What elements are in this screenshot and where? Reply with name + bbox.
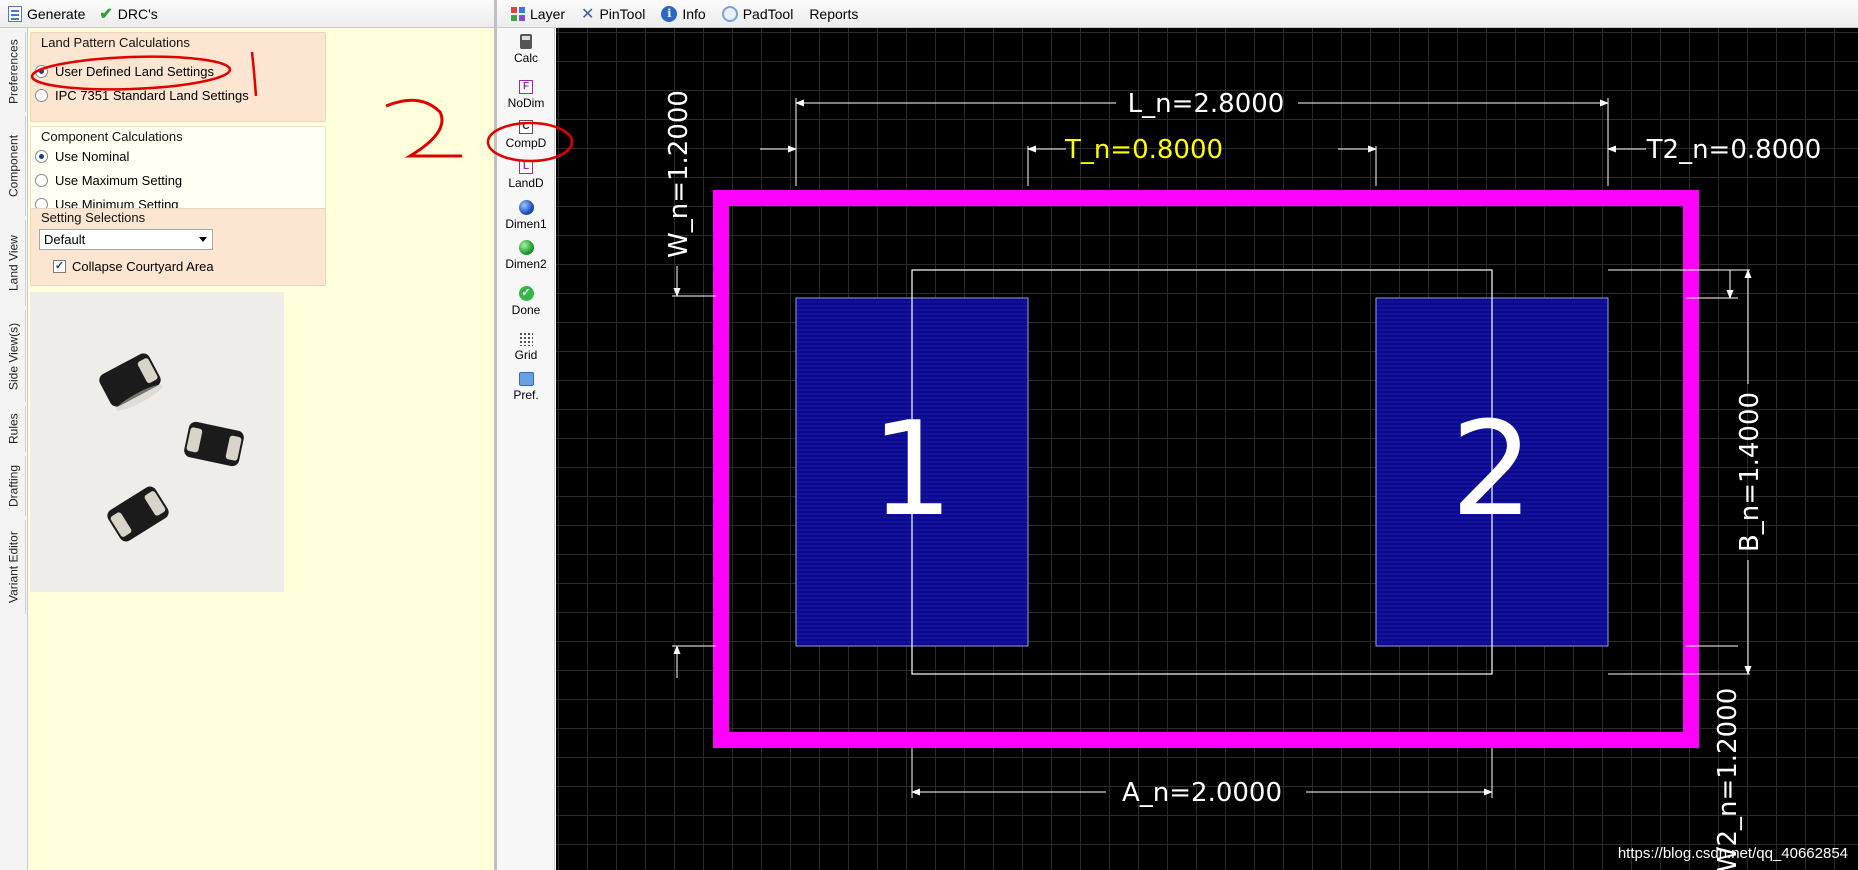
tool-label: Pref. [513,388,539,402]
info-icon: i [661,5,678,22]
padtool-label: PadTool [742,5,794,22]
tab-component[interactable]: Component [2,116,26,216]
radio-ipc-7351[interactable]: IPC 7351 Standard Land Settings [35,88,249,103]
preferences-icon [518,372,534,386]
radio-use-maximum[interactable]: Use Maximum Setting [35,173,182,188]
tool-label: Done [511,303,541,317]
dropdown-arrow-icon[interactable] [199,237,207,242]
component-calc-title: Component Calculations [41,129,183,144]
setting-select-value: Default [44,232,86,247]
dim-b-label: B_n=1.4000 [1735,392,1765,552]
tool-done[interactable]: ✓ Done [497,286,555,317]
tool-label: LandD [508,176,544,190]
tab-drafting[interactable]: Drafting [2,456,26,516]
component-photo-image [99,353,244,542]
collapse-courtyard-label: Collapse Courtyard Area [72,259,214,274]
blue-ball-icon [518,200,534,215]
generate-label: Generate [27,5,86,22]
layer-button[interactable]: Layer [511,6,565,22]
tools-icon: ✕ [581,5,595,23]
tab-rules[interactable]: Rules [2,406,26,452]
grid-dots-icon [519,332,533,346]
radio-label: User Defined Land Settings [55,64,214,79]
tab-land-view[interactable]: Land View [2,220,26,306]
radio-use-nominal[interactable]: Use Nominal [35,149,129,164]
tool-dimen1[interactable]: Dimen1 [497,200,555,231]
left-toolbar: Generate ✔ DRC's [0,0,496,28]
tool-compd[interactable]: C CompD [497,120,555,150]
landd-icon: L [519,160,533,174]
setting-selections-title: Setting Selections [41,210,146,225]
preferences-panel: Land Pattern Calculations User Defined L… [28,28,496,870]
check-circle-icon: ✓ [518,286,534,301]
tool-grid[interactable]: Grid [497,332,555,362]
watermark: https://blog.csdn.net/qq_40662854 [1617,845,1848,862]
tool-label: Dimen1 [505,217,547,231]
reports-button[interactable]: Reports [809,6,858,22]
tool-label: CompD [505,136,547,150]
drc-button[interactable]: ✔ DRC's [99,4,157,24]
collapse-courtyard-checkbox[interactable]: ✓ [53,260,66,273]
radio-button-selected[interactable] [35,65,48,78]
tab-side-views[interactable]: Side View(s) [2,310,26,402]
info-button[interactable]: i Info [661,5,706,22]
radio-label: Use Maximum Setting [55,173,183,188]
layer-icon [511,6,525,21]
calculator-icon [520,34,532,49]
nodim-icon: F [519,80,533,94]
layer-label: Layer [530,5,566,22]
pad-icon [721,5,738,22]
setting-select[interactable]: Default [39,229,213,250]
checkmark-icon: ✔ [99,5,113,23]
dim-a-label: A_n=2.0000 [1122,778,1282,808]
collapse-courtyard-option[interactable]: ✓ Collapse Courtyard Area [53,259,214,274]
tool-nodim[interactable]: F NoDim [497,80,555,110]
dim-l-label: L_n=2.8000 [1128,89,1285,119]
drc-label: DRC's [117,5,158,22]
radio-button[interactable] [35,89,48,102]
pintool-label: PinTool [599,5,646,22]
dim-t2-label: T2_n=0.8000 [1646,135,1822,165]
generate-button[interactable]: Generate [8,5,86,22]
radio-button-selected[interactable] [35,150,48,163]
dim-w-label: W_n=1.2000 [664,90,694,258]
tool-landd[interactable]: L LandD [497,160,555,190]
pad-1-number: 1 [871,393,954,545]
dim-w2-label: W2_n=1.2000 [1713,688,1743,870]
right-toolbar: Layer ✕ PinTool i Info PadTool Reports [497,0,1858,28]
vertical-tab-strip: Preferences Component Land View Side Vie… [0,28,28,870]
radio-label: IPC 7351 Standard Land Settings [55,88,249,103]
tool-pref[interactable]: Pref. [497,372,555,402]
tool-label: NoDim [507,96,545,110]
reports-label: Reports [809,5,859,22]
tool-column: Calc F NoDim C CompD L LandD Dimen1 Dime… [497,28,555,870]
info-label: Info [682,5,706,22]
tool-calc[interactable]: Calc [497,34,555,65]
tab-variant-editor[interactable]: Variant Editor [2,520,26,614]
component-photo [30,292,284,592]
tool-label: Grid [514,348,538,362]
dim-t-label: T_n=0.8000 [1064,135,1223,165]
radio-button[interactable] [35,174,48,187]
tool-label: Dimen2 [505,257,547,271]
radio-user-defined[interactable]: User Defined Land Settings [35,64,214,79]
pad-2-number: 2 [1451,393,1534,545]
pintool-button[interactable]: ✕ PinTool [581,4,645,24]
land-pattern-canvas[interactable]: 1 2 L_n=2.8000 T_n=0.8000 T2_n=0.8000 W_… [556,28,1858,870]
land-pattern-group: Land Pattern Calculations User Defined L… [30,32,326,122]
document-icon [8,5,22,22]
green-ball-icon [518,240,534,255]
setting-selections-group: Setting Selections Default ✓ Collapse Co… [30,208,326,286]
land-pattern-title: Land Pattern Calculations [41,35,190,50]
radio-label: Use Nominal [55,149,130,164]
tab-preferences[interactable]: Preferences [2,32,26,112]
padtool-button[interactable]: PadTool [721,5,794,22]
tool-label: Calc [513,51,538,65]
tool-dimen2[interactable]: Dimen2 [497,240,555,271]
compd-icon: C [519,120,533,134]
land-pattern-drawing: 1 2 L_n=2.8000 T_n=0.8000 T2_n=0.8000 W_… [664,89,1822,870]
